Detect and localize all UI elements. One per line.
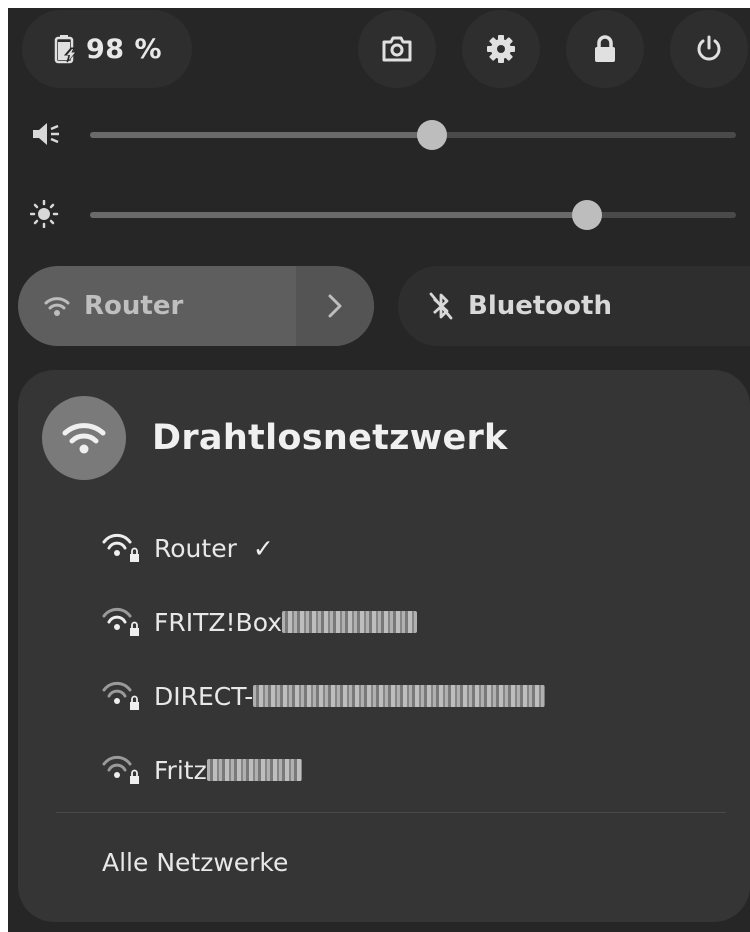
menu-separator: [56, 812, 726, 813]
battery-percentage: 98 %: [86, 33, 163, 65]
bluetooth-disabled-icon: [429, 292, 453, 320]
power-icon: [697, 35, 721, 61]
chevron-right-icon: [328, 294, 342, 318]
redacted-ssid-part: [282, 611, 418, 633]
network-ssid: DIRECT-: [154, 681, 254, 711]
wifi-toggle-label: Router: [84, 291, 184, 321]
wifi-toggle-button[interactable]: Router: [18, 266, 296, 346]
power-button[interactable]: [670, 10, 748, 88]
bluetooth-toggle-label: Bluetooth: [468, 291, 612, 321]
wifi-icon: [44, 297, 70, 316]
redacted-ssid-part: [253, 685, 546, 707]
network-item[interactable]: Router ✓: [102, 526, 274, 570]
quick-settings-panel: 98 % Router Bluetooth Drahtlosnetzwerk R…: [8, 8, 750, 932]
wifi-secured-icon: [102, 533, 139, 562]
wifi-secured-icon: [102, 681, 139, 710]
wifi-menu-header: Drahtlosnetzwerk: [42, 394, 508, 482]
screenshot-button[interactable]: [358, 10, 436, 88]
gear-icon: [487, 35, 515, 63]
volume-slider-fill: [90, 132, 433, 138]
wifi-secured-icon: [102, 755, 139, 784]
wifi-menu-expand-button[interactable]: [296, 266, 374, 346]
network-ssid: Fritz: [154, 755, 207, 785]
volume-slider-handle[interactable]: [417, 120, 448, 150]
wifi-menu-title: Drahtlosnetzwerk: [152, 418, 508, 458]
network-item[interactable]: FRITZ!Box: [102, 600, 418, 644]
camera-icon: [382, 36, 412, 62]
brightness-slider[interactable]: [90, 200, 736, 230]
battery-indicator[interactable]: 98 %: [22, 10, 192, 88]
volume-slider[interactable]: [90, 120, 736, 150]
wifi-header-icon: [42, 396, 126, 480]
wifi-toggle: Router: [18, 266, 374, 346]
network-ssid: Router: [154, 533, 237, 563]
brightness-slider-handle[interactable]: [572, 200, 603, 230]
connected-check-icon: ✓: [252, 533, 274, 563]
wifi-secured-icon: [102, 607, 139, 636]
network-item[interactable]: Fritz: [102, 748, 302, 792]
sun-icon: [30, 200, 59, 228]
network-ssid: FRITZ!Box: [154, 607, 283, 637]
volume-slider-row: [8, 114, 750, 154]
redacted-ssid-part: [206, 759, 302, 781]
settings-button[interactable]: [462, 10, 540, 88]
network-item[interactable]: DIRECT-: [102, 674, 546, 718]
wifi-network-menu: Drahtlosnetzwerk Router ✓ FRITZ!Box DIRE…: [18, 370, 750, 922]
battery-charging-icon: [54, 35, 78, 64]
speaker-muted-icon: [33, 123, 59, 145]
all-networks-link[interactable]: Alle Netzwerke: [102, 848, 288, 877]
bluetooth-toggle[interactable]: Bluetooth: [398, 266, 750, 346]
lock-button[interactable]: [566, 10, 644, 88]
brightness-slider-row: [8, 194, 750, 234]
brightness-slider-fill: [90, 212, 588, 218]
lock-icon: [595, 35, 615, 62]
